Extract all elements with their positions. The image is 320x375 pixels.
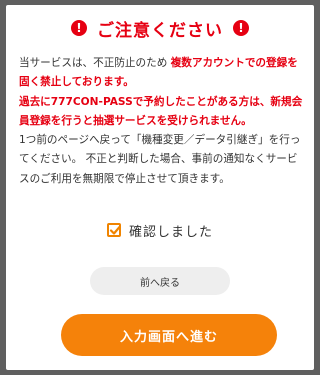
message-warning-past-users: 過去に777CON-PASSで予約したことがある方は、新規会員登録を行うと抽選サ…	[19, 95, 303, 127]
dialog-message: 当サービスは、不正防止のため 複数アカウントでの登録を固く禁止しております。 過…	[19, 54, 304, 189]
dialog-title: ご注意ください	[97, 20, 223, 41]
dialog-header: ! ご注意ください !	[6, 15, 314, 41]
confirm-checkbox[interactable]	[106, 223, 121, 237]
back-button[interactable]: 前へ戻る	[90, 267, 230, 295]
warning-icon-left: !	[71, 20, 87, 36]
confirm-checkbox-row[interactable]: 確認しました	[6, 219, 314, 241]
proceed-to-input-button[interactable]: 入力画面へ進む	[61, 314, 277, 356]
checkmark-icon	[109, 225, 121, 235]
message-intro-text: 当サービスは、不正防止のため	[19, 57, 171, 69]
confirm-label[interactable]: 確認しました	[129, 221, 213, 240]
warning-icon-right: !	[233, 20, 249, 36]
message-instructions: 1つ前のページへ戻って「機種変更／データ引継ぎ」を行ってください。 不正と判断し…	[19, 134, 301, 185]
confirmation-dialog: ! ご注意ください ! 当サービスは、不正防止のため 複数アカウントでの登録を固…	[6, 5, 314, 370]
